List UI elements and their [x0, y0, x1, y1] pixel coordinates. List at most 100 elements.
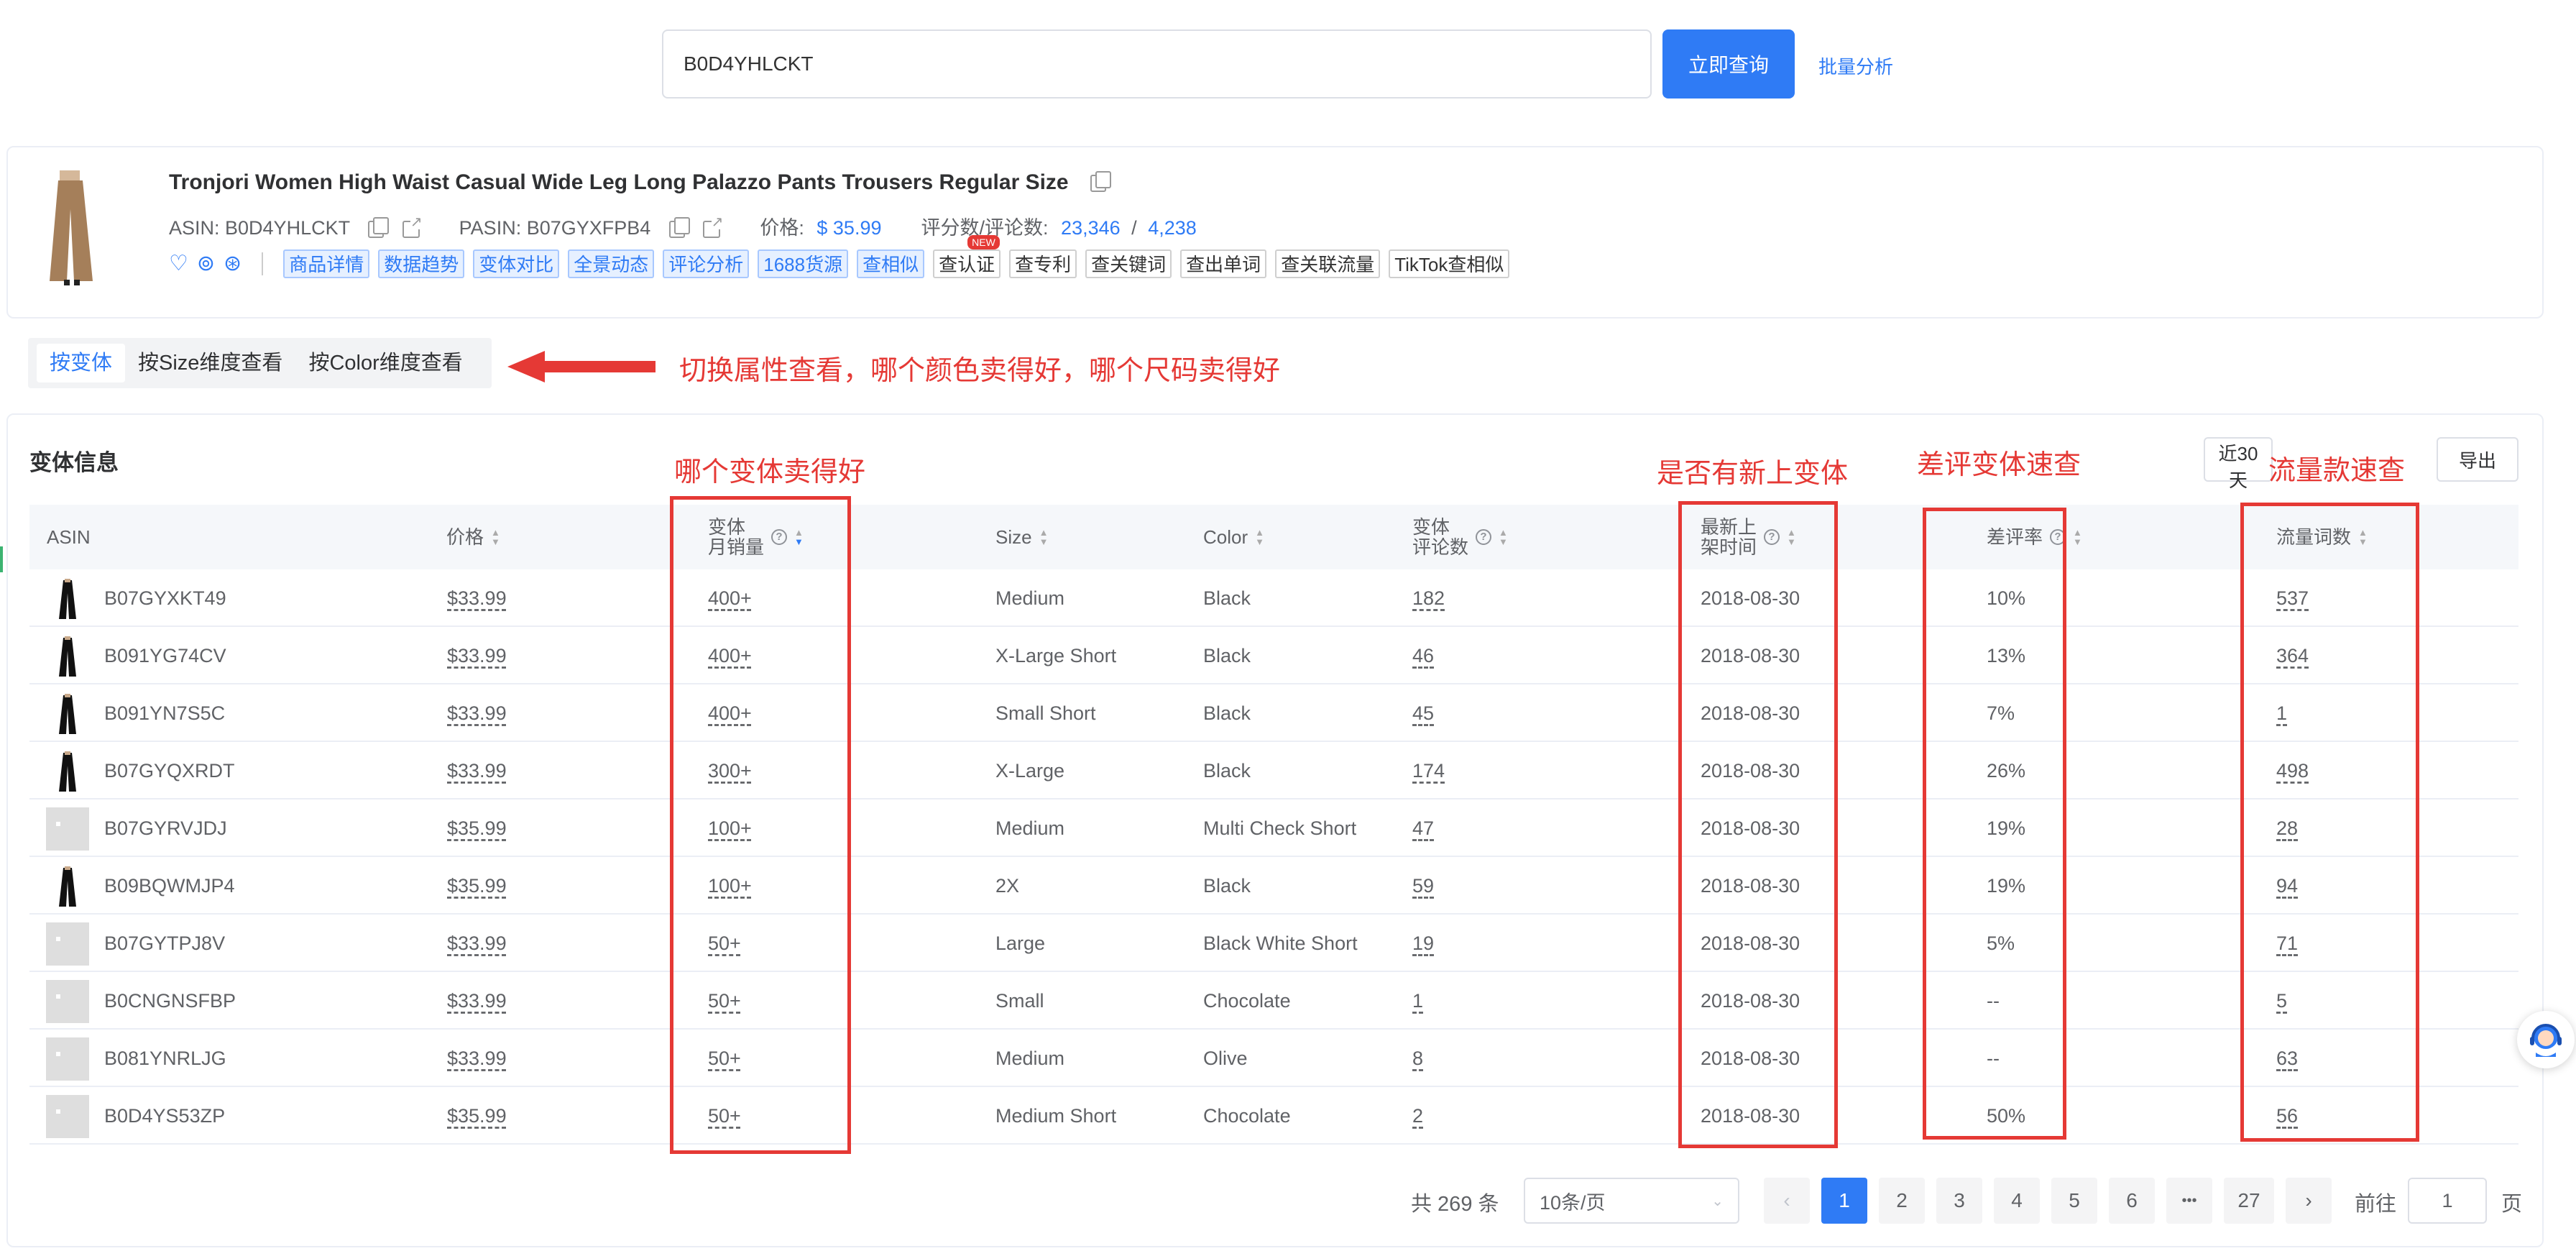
- cell-variant-reviews[interactable]: 19: [1412, 915, 1434, 972]
- tag-tiktok-similar[interactable]: TikTok查相似: [1389, 249, 1510, 278]
- copy-asin-icon[interactable]: [368, 216, 390, 238]
- cell-price[interactable]: $33.99: [447, 627, 507, 684]
- tab-by-variant[interactable]: 按变体: [37, 344, 126, 382]
- copy-title-icon[interactable]: [1090, 171, 1111, 193]
- page-6[interactable]: 6: [2109, 1178, 2155, 1224]
- cell-size: Medium Short: [995, 1105, 1117, 1127]
- variant-image[interactable]: [46, 692, 89, 736]
- cell-asin[interactable]: B0D4YS53ZP: [104, 1087, 225, 1145]
- rating-count[interactable]: 23,346: [1061, 217, 1121, 239]
- cell-asin[interactable]: B07GYRVJDJ: [104, 799, 227, 857]
- variant-image[interactable]: [46, 980, 89, 1023]
- heart-icon[interactable]: ♡: [169, 251, 188, 277]
- tag-patent[interactable]: 查专利: [1009, 249, 1077, 278]
- tag-panorama[interactable]: 全景动态: [568, 249, 655, 278]
- page-4[interactable]: 4: [1994, 1178, 2040, 1224]
- cell-price[interactable]: $35.99: [447, 857, 507, 915]
- cell-price[interactable]: $33.99: [447, 569, 507, 627]
- variant-image[interactable]: [46, 750, 89, 793]
- header-size[interactable]: Size ▲ ▼: [995, 527, 1048, 547]
- page-last[interactable]: 27: [2224, 1178, 2274, 1224]
- prev-page-button[interactable]: ‹: [1764, 1178, 1810, 1224]
- cell-variant-reviews[interactable]: 59: [1412, 857, 1434, 915]
- page-3[interactable]: 3: [1936, 1178, 1982, 1224]
- product-title[interactable]: Tronjori Women High Waist Casual Wide Le…: [169, 170, 1069, 194]
- goto-page-input[interactable]: [2408, 1178, 2487, 1224]
- sort-icon[interactable]: ▲ ▼: [1499, 528, 1508, 546]
- sort-icon[interactable]: ▲ ▼: [2073, 528, 2082, 546]
- header-price[interactable]: 价格 ▲ ▼: [446, 527, 500, 547]
- table-row: B0CNGNSFBP $33.99 50+ Small Chocolate 1 2018-0…: [29, 972, 2518, 1030]
- cell-price[interactable]: $33.99: [447, 684, 507, 742]
- tag-product-detail[interactable]: 商品详情: [283, 249, 370, 278]
- cell-asin[interactable]: B091YG74CV: [104, 627, 226, 684]
- query-button[interactable]: 立即查询: [1662, 29, 1795, 98]
- copy-pasin-icon[interactable]: [668, 216, 690, 238]
- cell-color: Olive: [1203, 1048, 1248, 1069]
- variant-image[interactable]: [46, 577, 89, 620]
- tag-find-similar[interactable]: 查相似: [857, 249, 925, 278]
- more-pages-icon[interactable]: •••: [2166, 1178, 2212, 1224]
- page-1[interactable]: 1: [1821, 1178, 1867, 1224]
- cell-price[interactable]: $33.99: [447, 742, 507, 799]
- annotation-new-variant: 是否有新上变体: [1657, 459, 1849, 489]
- variant-image[interactable]: [46, 807, 89, 851]
- tag-1688-source[interactable]: 1688货源: [758, 249, 849, 278]
- tag-variant-compare[interactable]: 变体对比: [473, 249, 560, 278]
- variant-image[interactable]: [46, 635, 89, 678]
- customer-service-icon[interactable]: [2517, 1011, 2575, 1068]
- tag-related-traffic[interactable]: 查关联流量: [1275, 249, 1381, 278]
- page-5[interactable]: 5: [2051, 1178, 2097, 1224]
- cell-asin[interactable]: B07GYTPJ8V: [104, 915, 225, 972]
- cell-variant-reviews[interactable]: 8: [1412, 1030, 1423, 1087]
- cell-asin[interactable]: B07GYXKT49: [104, 569, 226, 627]
- tag-review-analysis[interactable]: 评论分析: [663, 249, 750, 278]
- cell-variant-reviews[interactable]: 182: [1412, 569, 1445, 627]
- cell-asin[interactable]: B091YN7S5C: [104, 684, 225, 742]
- cell-variant-reviews[interactable]: 45: [1412, 684, 1434, 742]
- sort-icon[interactable]: ▲ ▼: [1255, 528, 1264, 546]
- cell-price[interactable]: $33.99: [447, 972, 507, 1030]
- product-image[interactable]: [45, 166, 97, 287]
- cell-price[interactable]: $33.99: [447, 915, 507, 972]
- export-button[interactable]: 导出: [2437, 437, 2518, 482]
- cell-variant-reviews[interactable]: 47: [1412, 799, 1434, 857]
- next-page-button[interactable]: ›: [2286, 1178, 2332, 1224]
- batch-analysis-link[interactable]: 批量分析: [1818, 52, 1893, 79]
- cell-variant-reviews[interactable]: 174: [1412, 742, 1445, 799]
- cell-price[interactable]: $33.99: [447, 1030, 507, 1087]
- open-asin-icon[interactable]: [402, 214, 423, 238]
- cell-price[interactable]: $35.99: [447, 799, 507, 857]
- tab-by-size[interactable]: 按Size维度查看: [125, 344, 295, 382]
- page-2[interactable]: 2: [1879, 1178, 1925, 1224]
- cell-asin[interactable]: B07GYQXRDT: [104, 742, 235, 799]
- variant-image[interactable]: [46, 865, 89, 908]
- tab-by-color[interactable]: 按Color维度查看: [295, 344, 475, 382]
- cell-asin[interactable]: B09BQWMJP4: [104, 857, 235, 915]
- header-variant-reviews[interactable]: 变体 评论数? ▲ ▼: [1412, 517, 1508, 557]
- review-count[interactable]: 4,238: [1148, 217, 1197, 239]
- help-icon[interactable]: ?: [1476, 529, 1492, 545]
- shield-icon[interactable]: ⊛: [224, 251, 242, 277]
- search-input[interactable]: [662, 29, 1652, 98]
- tag-certification[interactable]: 查认证 NEW: [933, 235, 1001, 278]
- variant-image[interactable]: [46, 1095, 89, 1138]
- variant-image[interactable]: [46, 922, 89, 966]
- cell-asin[interactable]: B0CNGNSFBP: [104, 972, 236, 1030]
- sort-icon[interactable]: ▲ ▼: [491, 528, 500, 546]
- header-color[interactable]: Color ▲ ▼: [1203, 527, 1264, 547]
- cell-price[interactable]: $35.99: [447, 1087, 507, 1145]
- page-size-select[interactable]: 10条/页 ⌄: [1524, 1178, 1739, 1224]
- open-pasin-icon[interactable]: [703, 214, 724, 238]
- cell-variant-reviews[interactable]: 1: [1412, 972, 1423, 1030]
- sort-icon[interactable]: ▲ ▼: [1039, 528, 1049, 546]
- medal-icon[interactable]: ⊚: [197, 251, 215, 277]
- cell-asin[interactable]: B081YNRLJG: [104, 1030, 226, 1087]
- variant-image[interactable]: [46, 1037, 89, 1081]
- tag-data-trend[interactable]: 数据趋势: [378, 249, 465, 278]
- cell-variant-reviews[interactable]: 46: [1412, 627, 1434, 684]
- tag-keywords[interactable]: 查关键词: [1085, 249, 1172, 278]
- cell-variant-reviews[interactable]: 2: [1412, 1087, 1423, 1145]
- tag-order-words[interactable]: 查出单词: [1180, 249, 1267, 278]
- range-30days-button[interactable]: 近30天: [2204, 437, 2273, 491]
